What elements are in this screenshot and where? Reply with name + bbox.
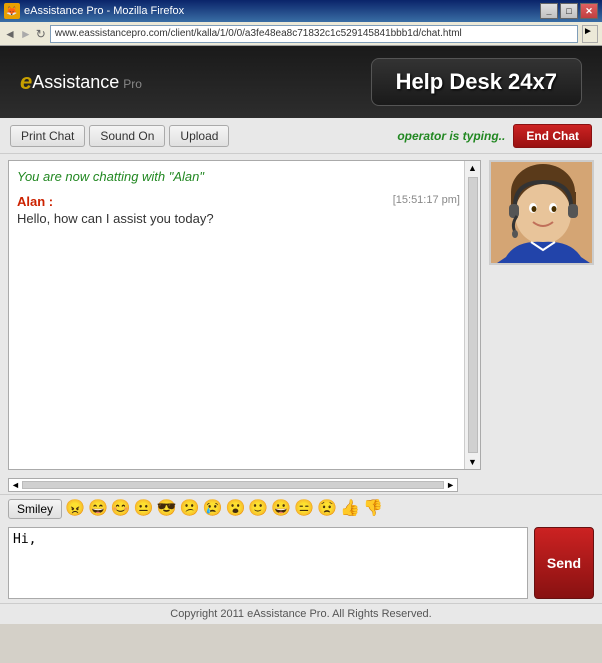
nav-forward-icon[interactable]: ► [20,27,32,41]
logo-pro: Pro [123,77,142,91]
helpdesk-title: Help Desk 24x7 [396,69,557,94]
browser-icon: 🦊 [4,3,20,19]
window-title: 🦊 eAssistance Pro - Mozilla Firefox [4,3,184,19]
main-content: e Assistance Pro Help Desk 24x7 Print Ch… [0,46,602,624]
address-bar: ◄ ► ↻ ► [0,22,602,46]
window-title-text: eAssistance Pro - Mozilla Firefox [24,5,184,17]
logo-text: Assistance [32,72,119,93]
footer-text: Copyright 2011 eAssistance Pro. All Righ… [170,608,431,620]
close-button[interactable]: ✕ [580,3,598,19]
emoji-smile[interactable]: 😊 [111,501,131,517]
message-input[interactable]: Hi, [8,527,528,599]
minimize-button[interactable]: _ [540,3,558,19]
address-go-button[interactable]: ► [582,25,598,43]
hscroll-right-arrow[interactable]: ► [446,480,455,490]
print-chat-button[interactable]: Print Chat [10,125,85,147]
operator-avatar-svg [491,162,594,265]
emoji-confused[interactable]: 😕 [180,501,200,517]
restore-button[interactable]: □ [560,3,578,19]
chat-timestamp: [15:51:17 pm] [393,194,460,206]
scroll-thumb[interactable] [468,177,478,453]
sound-on-button[interactable]: Sound On [89,125,165,147]
footer: Copyright 2011 eAssistance Pro. All Righ… [0,603,602,624]
chat-message-text: Hello, how can I assist you today? [17,211,460,226]
chat-wrapper: You are now chatting with "Alan" Alan : … [0,154,602,476]
scroll-up-arrow[interactable]: ▲ [466,161,479,175]
hscroll-track[interactable] [22,481,444,489]
emoji-laugh[interactable]: 😄 [88,501,108,517]
chat-content: You are now chatting with "Alan" Alan : … [9,161,480,234]
input-area: Hi, Send [0,523,602,603]
window-controls: _ □ ✕ [540,3,598,19]
chat-hscrollbar[interactable]: ◄ ► [8,478,458,492]
emoji-thumbsdown[interactable]: 👎 [363,501,383,517]
toolbar: Print Chat Sound On Upload operator is t… [0,118,602,154]
emoji-sad[interactable]: 😢 [203,501,223,517]
emoji-expressionless[interactable]: 😑 [294,501,314,517]
chat-vscrollbar[interactable]: ▲ ▼ [464,161,480,469]
page-header: e Assistance Pro Help Desk 24x7 [0,46,602,118]
emoji-cool[interactable]: 😎 [157,501,177,517]
smiley-button[interactable]: Smiley [8,499,62,519]
upload-button[interactable]: Upload [169,125,229,147]
smiley-bar: Smiley 😠 😄 😊 😐 😎 😕 😢 😮 🙂 😀 😑 😟 👍 👎 [0,494,602,523]
emoji-thumbsup[interactable]: 👍 [340,501,360,517]
chat-message: Alan : [15:51:17 pm] Hello, how can I as… [17,194,460,226]
window-titlebar: 🦊 eAssistance Pro - Mozilla Firefox _ □ … [0,0,602,22]
emoji-angry[interactable]: 😠 [65,501,85,517]
emoji-slight-smile[interactable]: 🙂 [248,501,268,517]
operator-avatar [489,160,594,265]
send-button[interactable]: Send [534,527,594,599]
hscroll-left-arrow[interactable]: ◄ [11,480,20,490]
chat-greeting: You are now chatting with "Alan" [17,169,460,184]
nav-back-icon[interactable]: ◄ [4,27,16,41]
emoji-surprised[interactable]: 😮 [225,501,245,517]
toolbar-left: Print Chat Sound On Upload [10,125,229,147]
operator-typing-status: operator is typing.. [397,129,505,143]
refresh-icon[interactable]: ↻ [36,27,46,41]
emoji-worried[interactable]: 😟 [317,501,337,517]
address-input[interactable] [50,25,578,43]
helpdesk-badge: Help Desk 24x7 [371,58,582,106]
chat-sender: Alan : [17,194,53,209]
scroll-down-arrow[interactable]: ▼ [466,455,479,469]
toolbar-right: operator is typing.. End Chat [397,124,592,148]
chat-hscrollbar-row: ◄ ► [0,476,602,494]
logo-e: e [20,69,32,95]
emoji-grin[interactable]: 😀 [271,501,291,517]
end-chat-button[interactable]: End Chat [513,124,592,148]
chat-box[interactable]: You are now chatting with "Alan" Alan : … [8,160,481,470]
emoji-neutral[interactable]: 😐 [134,501,154,517]
logo: e Assistance Pro [20,69,142,95]
